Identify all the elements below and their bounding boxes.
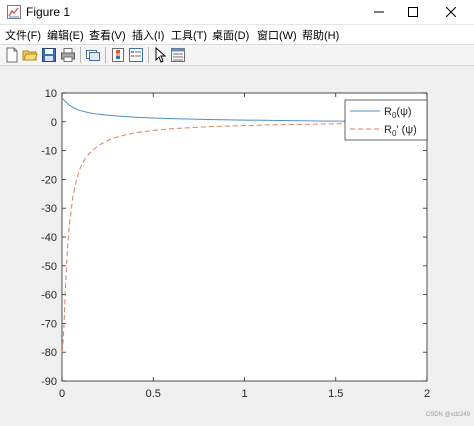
y-tick-label: -70 [41, 318, 57, 330]
legend-label-r0-prime: R0' (ψ) [384, 124, 417, 138]
legend-label-r0-base: R [384, 106, 392, 118]
close-icon [446, 7, 456, 17]
x-tick-label: 1 [241, 388, 247, 400]
insert-colorbar-icon[interactable] [110, 47, 126, 63]
legend-label-r0: R0(ψ) [384, 106, 412, 120]
toolbar-separator [105, 47, 106, 63]
y-tick-label: -20 [41, 174, 57, 186]
maximize-button[interactable] [396, 0, 430, 24]
link-plot-icon[interactable] [85, 47, 101, 63]
y-tick-label: -30 [41, 203, 57, 215]
menu-file[interactable]: 文件(F) [5, 27, 41, 43]
toolbar-separator [148, 47, 149, 63]
minimize-icon [374, 11, 384, 13]
menu-tools[interactable]: 工具(T) [171, 27, 207, 43]
save-icon[interactable] [41, 47, 57, 63]
y-tick-label: -40 [41, 232, 57, 244]
toolbar [0, 45, 474, 66]
watermark-text: CSDN @xdz249 [426, 412, 471, 418]
y-tick-label: -10 [41, 146, 57, 158]
window-title: Figure 1 [26, 5, 71, 19]
property-inspector-icon[interactable] [170, 47, 186, 63]
menu-insert[interactable]: 插入(I) [132, 27, 164, 43]
new-figure-icon[interactable] [4, 47, 20, 63]
legend[interactable]: R0(ψ) R0' (ψ) [344, 99, 428, 141]
insert-legend-icon[interactable] [128, 47, 144, 63]
plot-svg: 10 0 -10 -20 -30 -40 -50 -60 -70 -80 -90 0 0.5 1 1.5 2… [41, 88, 471, 418]
legend-label-r0-prime-base: R [384, 124, 392, 136]
minimize-button[interactable] [362, 0, 396, 24]
y-tick-label: -50 [41, 261, 57, 273]
menu-bar: 文件(F) 编辑(E) 查看(V) 插入(I) 工具(T) 桌面(D) 窗口(W… [0, 25, 474, 45]
y-tick-label: -80 [41, 347, 57, 359]
pointer-icon[interactable] [152, 47, 168, 63]
x-tick-label: 2 [424, 388, 430, 400]
title-bar[interactable]: Figure 1 [0, 0, 474, 25]
x-tick-label: 0 [59, 388, 65, 400]
print-icon[interactable] [60, 47, 76, 63]
y-tick-label: 10 [45, 88, 57, 100]
menu-view[interactable]: 查看(V) [89, 27, 126, 43]
y-tick-label: -60 [41, 290, 57, 302]
toolbar-separator [80, 47, 81, 63]
maximize-icon [408, 7, 418, 17]
x-tick-label: 1.5 [328, 388, 343, 400]
menu-edit[interactable]: 编辑(E) [47, 27, 84, 43]
menu-window[interactable]: 窗口(W) [257, 27, 297, 43]
y-tick-label: -90 [41, 376, 57, 388]
x-tick-label: 0.5 [146, 388, 161, 400]
menu-desktop[interactable]: 桌面(D) [212, 27, 249, 43]
matlab-figure-icon [7, 5, 21, 19]
close-button[interactable] [434, 0, 468, 24]
open-file-icon[interactable] [22, 47, 38, 63]
y-tick-label: 0 [51, 117, 57, 129]
legend-label-r0-prime-suffix: ' (ψ) [396, 124, 416, 136]
figure-window: Figure 1 文件(F) 编辑(E) 查看(V) 插入(I) 工具(T) 桌… [0, 0, 474, 421]
menu-help[interactable]: 帮助(H) [302, 27, 339, 43]
figure-canvas: 10 0 -10 -20 -30 -40 -50 -60 -70 -80 -90 0 0.5 1 1.5 2… [0, 66, 474, 421]
legend-label-r0-suffix: (ψ) [396, 106, 411, 118]
